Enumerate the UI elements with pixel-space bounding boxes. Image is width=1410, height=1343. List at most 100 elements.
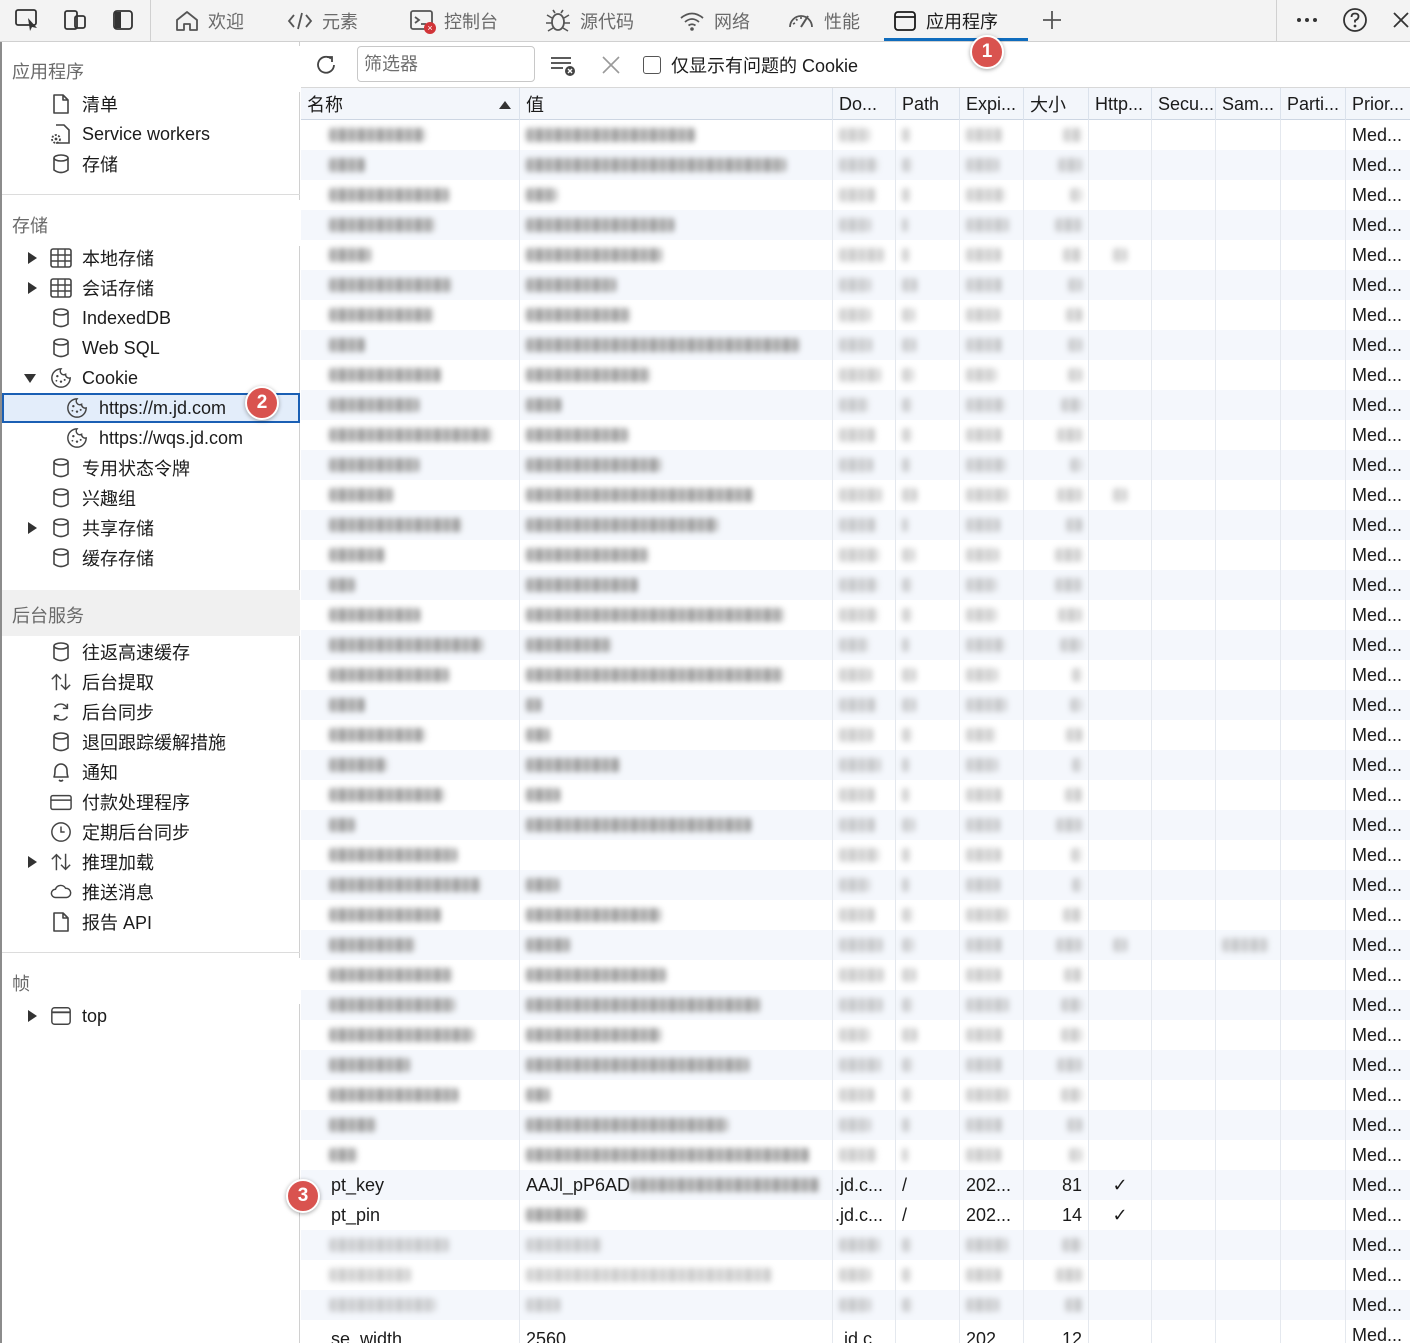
more-options-icon[interactable] [1292, 5, 1322, 35]
table-row[interactable]: Med... [301, 840, 1410, 870]
table-row[interactable]: Med... [301, 420, 1410, 450]
table-row[interactable]: Med... [301, 600, 1410, 630]
tab-console[interactable]: × 控制台 [400, 0, 506, 41]
table-row[interactable]: Med... [301, 1140, 1410, 1170]
tab-welcome[interactable]: 欢迎 [166, 0, 252, 41]
table-row[interactable]: Med... [301, 330, 1410, 360]
table-row[interactable]: Med... [301, 780, 1410, 810]
sidebar-item-push-messaging[interactable]: 推送消息 [2, 877, 300, 907]
table-row[interactable]: Med... [301, 180, 1410, 210]
sidebar-item-reporting-api[interactable]: 报告 API [2, 907, 300, 937]
table-row[interactable]: Med... [301, 1260, 1410, 1290]
expand-arrow-icon[interactable] [26, 282, 38, 294]
tab-application[interactable]: 应用程序 [884, 0, 1028, 41]
sidebar-item-local-storage[interactable]: 本地存储 [2, 243, 300, 273]
table-row[interactable]: Med... [301, 570, 1410, 600]
table-row[interactable]: Med... [301, 480, 1410, 510]
table-row[interactable]: Med... [301, 810, 1410, 840]
table-row[interactable]: Med... [301, 210, 1410, 240]
add-tab-icon[interactable] [1037, 5, 1067, 35]
sidebar-item-interest-groups[interactable]: 兴趣组 [2, 483, 300, 513]
tab-performance[interactable]: 性能 [778, 0, 868, 41]
sidebar-item-payment-handler[interactable]: 付款处理程序 [2, 787, 300, 817]
sidebar-item-service-workers[interactable]: Service workers [2, 119, 300, 149]
column-header-priority[interactable]: Prior... [1346, 88, 1410, 120]
column-header-secure[interactable]: Secu... [1152, 88, 1216, 120]
expand-arrow-icon[interactable] [26, 252, 38, 264]
tab-network[interactable]: 网络 [670, 0, 758, 41]
sidebar-item-shared-storage[interactable]: 共享存储 [2, 513, 300, 543]
clear-all-cookies-icon[interactable] [549, 52, 577, 78]
table-row[interactable]: Med... [301, 1290, 1410, 1320]
tab-elements[interactable]: 元素 [278, 0, 366, 41]
table-row[interactable]: Med... [301, 240, 1410, 270]
table-row[interactable]: Med... [301, 870, 1410, 900]
sidebar-item-private-state-tokens[interactable]: 专用状态令牌 [2, 453, 300, 483]
column-header-partition-key[interactable]: Parti... [1281, 88, 1346, 120]
column-header-httponly[interactable]: Http... [1089, 88, 1152, 120]
table-row[interactable]: se_width 2560 .jd.c... 202... 12 Med... [301, 1320, 1410, 1343]
sidebar-item-speculative-loads[interactable]: 推理加载 [2, 847, 300, 877]
table-row[interactable]: Med... [301, 450, 1410, 480]
table-row[interactable]: Med... [301, 510, 1410, 540]
sidebar-item-background-sync[interactable]: 后台同步 [2, 697, 300, 727]
sidebar-item-web-sql[interactable]: Web SQL [2, 333, 300, 363]
table-row[interactable]: Med... [301, 630, 1410, 660]
table-row[interactable]: Med... [301, 1230, 1410, 1260]
cookie-filter-input[interactable] [357, 46, 535, 82]
table-row[interactable]: Med... [301, 930, 1410, 960]
delete-selected-icon[interactable] [599, 53, 623, 77]
column-header-domain[interactable]: Do... [833, 88, 896, 120]
column-header-samesite[interactable]: Sam... [1216, 88, 1281, 120]
table-row[interactable]: Med... [301, 1020, 1410, 1050]
sidebar-item-background-fetch[interactable]: 后台提取 [2, 667, 300, 697]
table-row[interactable]: Med... [301, 300, 1410, 330]
expand-arrow-icon[interactable] [26, 856, 38, 868]
table-row[interactable]: Med... [301, 660, 1410, 690]
inspect-element-icon[interactable] [12, 5, 42, 35]
sidebar-item-manifest[interactable]: 清单 [2, 89, 300, 119]
sidebar-item-cookie-wqs-jd-com[interactable]: https://wqs.jd.com [2, 423, 300, 453]
show-issues-only-checkbox[interactable] [643, 56, 661, 74]
table-row[interactable]: Med... [301, 1110, 1410, 1140]
table-row[interactable]: Med... [301, 900, 1410, 930]
sidebar-item-frame-top[interactable]: top [2, 1001, 300, 1031]
column-header-expires[interactable]: Expi... [960, 88, 1024, 120]
help-icon[interactable] [1340, 5, 1370, 35]
table-row[interactable]: Med... [301, 690, 1410, 720]
close-devtools-icon[interactable] [1386, 5, 1410, 35]
device-emulation-icon[interactable] [60, 5, 90, 35]
column-header-path[interactable]: Path [896, 88, 960, 120]
table-row[interactable]: Med... [301, 540, 1410, 570]
dock-side-icon[interactable] [108, 5, 138, 35]
sidebar-item-notifications[interactable]: 通知 [2, 757, 300, 787]
column-header-value[interactable]: 值 [520, 88, 833, 120]
table-row[interactable]: pt_pin .jd.c... / 202... 14 ✓ Med... [301, 1200, 1410, 1230]
table-row[interactable]: Med... [301, 270, 1410, 300]
table-row[interactable]: Med... [301, 720, 1410, 750]
collapse-arrow-icon[interactable] [24, 372, 36, 384]
show-issues-only-toggle[interactable]: 仅显示有问题的 Cookie [643, 52, 858, 78]
table-row[interactable]: Med... [301, 990, 1410, 1020]
table-row[interactable]: Med... [301, 150, 1410, 180]
table-row[interactable]: Med... [301, 360, 1410, 390]
expand-arrow-icon[interactable] [26, 1010, 38, 1022]
table-row[interactable]: Med... [301, 120, 1410, 150]
sidebar-item-bounce-tracking[interactable]: 退回跟踪缓解措施 [2, 727, 300, 757]
column-header-size[interactable]: 大小 [1024, 88, 1089, 120]
table-row[interactable]: Med... [301, 390, 1410, 420]
table-row[interactable]: pt_key AAJl_pP6AD .jd.c... / 202... 81 ✓ Med... [301, 1170, 1410, 1200]
table-row[interactable]: Med... [301, 750, 1410, 780]
table-row[interactable]: Med... [301, 1050, 1410, 1080]
sidebar-item-periodic-sync[interactable]: 定期后台同步 [2, 817, 300, 847]
sidebar-item-storage-overview[interactable]: 存储 [2, 149, 300, 179]
column-header-name[interactable]: 名称 [301, 88, 520, 120]
table-row[interactable]: Med... [301, 1080, 1410, 1110]
sidebar-item-bfcache[interactable]: 往返高速缓存 [2, 637, 300, 667]
table-row[interactable]: Med... [301, 960, 1410, 990]
sidebar-item-indexeddb[interactable]: IndexedDB [2, 303, 300, 333]
sidebar-item-session-storage[interactable]: 会话存储 [2, 273, 300, 303]
refresh-icon[interactable] [313, 52, 339, 78]
sidebar-item-cache-storage[interactable]: 缓存存储 [2, 543, 300, 573]
tab-sources[interactable]: 源代码 [536, 0, 642, 41]
